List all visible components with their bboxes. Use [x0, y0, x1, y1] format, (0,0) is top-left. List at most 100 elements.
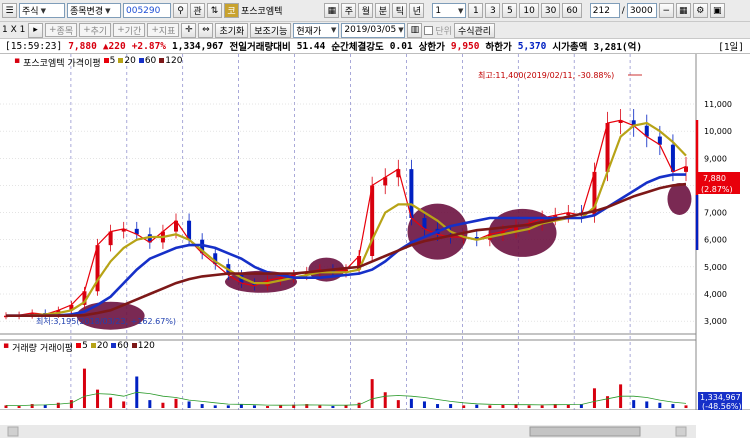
- volume-bar: [56, 402, 60, 408]
- add-icon[interactable]: ▸: [28, 22, 43, 38]
- stock-badge-icon: 코: [224, 3, 239, 18]
- volume-bar: [318, 405, 322, 408]
- volume-bar: [684, 405, 688, 408]
- volume-value: 1,334,967: [172, 40, 224, 52]
- date-picker-icon[interactable]: ▥: [407, 22, 423, 38]
- volume-bar: [449, 404, 453, 408]
- volume-bar: [187, 401, 191, 408]
- market-cap-label: 시가총액: [552, 42, 588, 53]
- expand-icon[interactable]: ⇔: [198, 22, 214, 38]
- period-tick[interactable]: 틱: [392, 3, 408, 18]
- period-minute[interactable]: 분: [375, 3, 391, 18]
- volume-bar: [488, 405, 492, 408]
- date-select[interactable]: 2019/03/05 ▼: [341, 22, 406, 38]
- quote-time: [15:59:23]: [5, 40, 63, 52]
- preset-3[interactable]: 3: [485, 3, 501, 18]
- grid-icon[interactable]: ▦: [675, 3, 691, 18]
- crosshair-icon[interactable]: ✛: [181, 22, 197, 38]
- preset-30[interactable]: 30: [540, 3, 561, 18]
- price-type-select[interactable]: 현재가 ▼: [293, 22, 340, 38]
- market-cap-value: 3,281(억): [593, 42, 643, 53]
- vol-ma20-legend: 20: [90, 341, 108, 354]
- period-year[interactable]: 년: [409, 3, 425, 18]
- price-legend: ▪ 포스코엠텍 가격이평 5 20 60 120: [14, 56, 183, 69]
- ma5-legend: 5: [103, 56, 115, 69]
- volume-bar: [645, 401, 649, 408]
- vol-ma120-legend: 120: [131, 341, 155, 354]
- price-ma-label: 가격이평: [67, 59, 101, 69]
- price-change: ▲220: [102, 40, 126, 52]
- tab-add[interactable]: + 추기: [79, 23, 112, 37]
- volume-bar: [475, 404, 479, 408]
- volume-bar: [422, 401, 426, 408]
- high-annotation: 최고:11,400(2019/02/11, -30.88%): [478, 70, 614, 80]
- prev-stock-icon[interactable]: ⇅: [207, 3, 222, 18]
- secondary-toolbar: 1 X 1 ▸ + 종목 + 추기 + 기간 + 지표 ✛ ⇔ 초기화 보조기능 현재가…: [0, 22, 750, 39]
- volume-bar: [566, 404, 570, 408]
- market-type-select[interactable]: 주식 ▼: [19, 3, 65, 18]
- volume-bar: [540, 405, 544, 408]
- stock-change-select[interactable]: 종목변경 ▼: [67, 3, 121, 18]
- stock-chart[interactable]: 11,00010,0009,0008,0007,0006,0005,0004,0…: [0, 54, 750, 438]
- scroll-left-button[interactable]: [7, 426, 19, 437]
- price-tick-label: 4,000: [704, 290, 727, 299]
- settings-icon[interactable]: ⚙: [692, 3, 708, 18]
- relation-button[interactable]: 관: [190, 3, 205, 18]
- volume-bar: [606, 396, 610, 408]
- volume-bar: [592, 388, 596, 408]
- volume-bar: [527, 405, 531, 408]
- volume-bar: [383, 392, 387, 408]
- scroll-thumb[interactable]: [529, 426, 641, 437]
- volume-bar: [148, 400, 152, 408]
- zoom-out-icon[interactable]: −: [658, 3, 674, 18]
- volume-bar: [409, 398, 413, 408]
- prev-volume-label: 전일거래량대비: [229, 42, 291, 53]
- stock-code-input[interactable]: 005290: [123, 3, 171, 18]
- total-count-input[interactable]: 3000: [626, 3, 657, 18]
- volume-legend-name: 거래량: [12, 344, 37, 354]
- price-legend-name: 포스코엠텍: [23, 59, 65, 69]
- scroll-right-button[interactable]: [675, 426, 687, 437]
- price-tick-label: 11,000: [704, 100, 732, 109]
- window-icon[interactable]: ▣: [709, 3, 725, 18]
- volume-bar: [69, 400, 73, 408]
- prev-volume-value: 51.44: [296, 40, 326, 52]
- pattern-highlight: [667, 183, 692, 215]
- vol-ma5-legend: 5: [76, 341, 88, 354]
- period-week[interactable]: 주: [341, 3, 357, 18]
- price-tick-label: 10,000: [704, 127, 732, 136]
- search-icon[interactable]: ⚲: [173, 3, 188, 18]
- reset-button[interactable]: 초기화: [215, 22, 249, 38]
- tab-period[interactable]: + 기간: [113, 23, 146, 37]
- tab-stock[interactable]: + 종목: [45, 23, 78, 37]
- volume-bar: [96, 389, 100, 408]
- preset-5[interactable]: 5: [502, 3, 518, 18]
- unit-checkbox[interactable]: 단위: [424, 24, 452, 37]
- price-change-pct: +2.87%: [131, 40, 167, 52]
- preset-60[interactable]: 60: [562, 3, 582, 18]
- volume-bar: [279, 405, 283, 408]
- volume-bar: [226, 405, 230, 408]
- aux-function-button[interactable]: 보조기능: [250, 22, 292, 38]
- price-tick-label: 9,000: [704, 154, 727, 163]
- volume-bar: [266, 406, 270, 408]
- display-count-input[interactable]: 212: [589, 3, 620, 18]
- volume-bar: [370, 379, 374, 408]
- menu-icon[interactable]: ☰: [2, 3, 17, 18]
- current-price: 7,880: [68, 40, 97, 52]
- volume-bar: [396, 400, 400, 408]
- formula-button[interactable]: 수식관리: [453, 22, 496, 38]
- preset-10[interactable]: 10: [519, 3, 539, 18]
- volume-bar: [632, 400, 636, 408]
- current-pct-tag-text: (2.87%): [701, 185, 733, 194]
- volume-bar: [252, 405, 256, 408]
- calendar-icon[interactable]: ▦: [324, 3, 340, 18]
- tab-indicator[interactable]: + 지표: [147, 23, 180, 37]
- quote-info-line: [15:59:23] 7,880 ▲220 +2.87% 1,334,967 전…: [0, 39, 750, 54]
- current-vol-pct-tag-text: (-48.56%): [702, 402, 742, 411]
- period-month[interactable]: 월: [358, 3, 374, 18]
- period-count-select[interactable]: 1 ▼: [432, 3, 467, 18]
- preset-1[interactable]: 1: [468, 3, 484, 18]
- volume-bar: [331, 406, 335, 408]
- strength-label: 순간체결강도: [331, 42, 384, 53]
